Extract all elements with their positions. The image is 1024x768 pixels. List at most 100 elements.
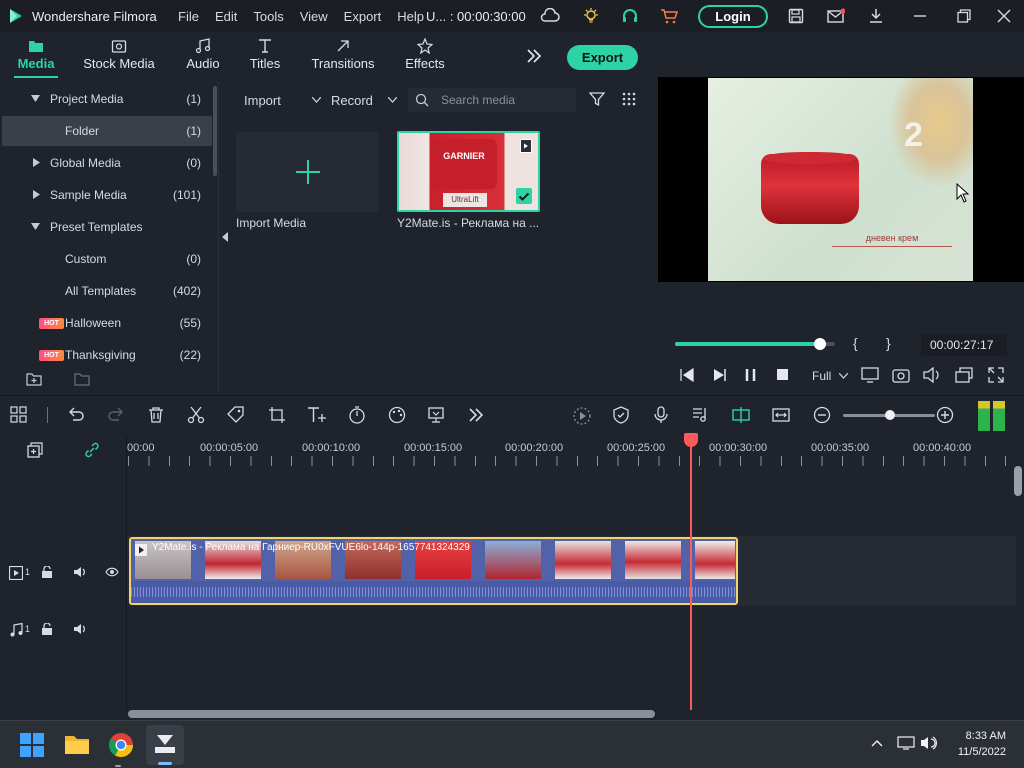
tag-icon[interactable]	[227, 406, 247, 426]
chrome-icon[interactable]	[108, 732, 134, 758]
quality-dropdown[interactable]: Full	[806, 366, 852, 386]
pause-icon[interactable]	[745, 369, 757, 381]
mute-icon[interactable]	[73, 623, 87, 635]
tab-audio[interactable]: Audio	[180, 32, 226, 82]
tab-stock-media[interactable]: Stock Media	[80, 32, 158, 82]
menu-help[interactable]: Help	[397, 9, 424, 24]
color-palette-icon[interactable]	[388, 406, 408, 426]
folder-outline-icon[interactable]	[74, 372, 90, 386]
mark-in-icon[interactable]: {	[853, 335, 858, 351]
sidebar-item-folder[interactable]: Folder (1)	[2, 116, 212, 146]
sidebar-item-preset-templates[interactable]: Preset Templates	[2, 212, 212, 242]
fullscreen-icon[interactable]	[988, 367, 1004, 383]
render-icon[interactable]	[572, 406, 592, 426]
mute-icon[interactable]	[73, 566, 87, 578]
pip-icon[interactable]	[955, 367, 973, 383]
undo-icon[interactable]	[67, 406, 87, 426]
tab-media[interactable]: Media	[8, 32, 64, 82]
display-icon[interactable]	[897, 736, 915, 750]
volume-icon[interactable]	[923, 367, 941, 383]
chevron-up-icon[interactable]	[871, 739, 883, 747]
menu-view[interactable]: View	[300, 9, 328, 24]
fit-timeline-icon[interactable]	[772, 406, 792, 426]
grid-view-icon[interactable]	[621, 91, 637, 107]
download-icon[interactable]	[866, 6, 886, 26]
layout-icon[interactable]	[10, 406, 30, 426]
file-explorer-icon[interactable]	[64, 733, 90, 759]
menu-file[interactable]: File	[178, 9, 199, 24]
minimize-icon[interactable]	[910, 6, 930, 26]
menu-tools[interactable]: Tools	[253, 9, 283, 24]
step-back-icon[interactable]	[680, 368, 694, 382]
sidebar-item-halloween[interactable]: HOT Halloween (55)	[2, 308, 212, 338]
more-tabs-icon[interactable]	[526, 48, 542, 64]
import-media-tile[interactable]	[236, 132, 378, 212]
collapse-panel-icon[interactable]	[222, 232, 228, 242]
cart-icon[interactable]	[659, 6, 679, 26]
bulb-icon[interactable]	[581, 6, 601, 26]
sidebar-scrollbar[interactable]	[213, 86, 217, 176]
speaker-icon[interactable]	[920, 736, 938, 750]
audio-meter-icon[interactable]	[978, 401, 1006, 431]
zoom-out-icon[interactable]	[813, 406, 833, 426]
cut-icon[interactable]	[187, 406, 207, 426]
sidebar-item-global-media[interactable]: Global Media (0)	[2, 148, 212, 178]
filmora-taskbar-button[interactable]	[146, 725, 184, 765]
playhead-line[interactable]	[690, 442, 692, 710]
headset-icon[interactable]	[620, 6, 640, 26]
add-track-icon[interactable]	[27, 442, 43, 458]
delete-icon[interactable]	[147, 406, 167, 426]
media-clip-thumbnail[interactable]: GARNIER UltraLift	[397, 131, 540, 212]
timeline-horizontal-scrollbar[interactable]	[128, 710, 655, 718]
close-icon[interactable]	[994, 6, 1014, 26]
microphone-icon[interactable]	[652, 406, 672, 426]
record-dropdown[interactable]: Record	[320, 90, 402, 112]
menu-export[interactable]: Export	[344, 9, 382, 24]
export-button[interactable]: Export	[567, 45, 638, 70]
import-dropdown[interactable]: Import	[234, 90, 321, 112]
sidebar-item-thanksgiving[interactable]: HOT Thanksgiving (22)	[2, 340, 212, 370]
filter-icon[interactable]	[589, 91, 605, 107]
crop-icon[interactable]	[268, 406, 288, 426]
sidebar-item-custom[interactable]: Custom (0)	[2, 244, 212, 274]
add-text-icon[interactable]	[307, 406, 327, 426]
mark-out-icon[interactable]: }	[886, 335, 891, 351]
stop-icon[interactable]	[777, 369, 789, 381]
timeline-vertical-scrollbar[interactable]	[1014, 466, 1022, 496]
render-preview-icon[interactable]	[861, 367, 879, 383]
save-icon[interactable]	[786, 6, 806, 26]
stabilize-icon[interactable]	[427, 406, 447, 426]
audio-mixer-icon[interactable]	[692, 406, 712, 426]
playhead-handle[interactable]	[684, 433, 698, 447]
more-tools-icon[interactable]	[467, 406, 487, 426]
link-icon[interactable]	[84, 442, 100, 458]
zoom-in-icon[interactable]	[936, 406, 956, 426]
snapshot-icon[interactable]	[892, 367, 910, 383]
login-button[interactable]: Login	[698, 5, 768, 28]
timeline-ruler[interactable]: 00:00 00:00:05:00 00:00:10:00 00:00:15:0…	[0, 436, 1024, 466]
timeline-video-clip[interactable]: Y2Mate.is - Реклама на Гарниер-RU0xFVUE6…	[129, 537, 738, 605]
cloud-icon[interactable]	[540, 6, 560, 26]
search-input[interactable]: Search media	[408, 88, 576, 112]
speed-icon[interactable]	[348, 406, 368, 426]
tab-transitions[interactable]: Transitions	[310, 32, 376, 82]
sidebar-item-all-templates[interactable]: All Templates (402)	[2, 276, 212, 306]
snap-icon[interactable]	[731, 406, 751, 426]
tab-titles[interactable]: Titles	[244, 32, 286, 82]
shield-icon[interactable]	[612, 406, 632, 426]
lock-icon[interactable]	[41, 566, 53, 578]
sidebar-item-project-media[interactable]: Project Media (1)	[2, 84, 212, 114]
tab-effects[interactable]: Effects	[402, 32, 448, 82]
system-clock[interactable]: 8:33 AM 11/5/2022	[940, 730, 1006, 758]
preview-progress-handle[interactable]	[814, 338, 826, 350]
mail-icon[interactable]	[826, 6, 846, 26]
restore-icon[interactable]	[954, 6, 974, 26]
zoom-slider-handle[interactable]	[885, 410, 895, 420]
lock-icon[interactable]	[41, 623, 53, 635]
eye-icon[interactable]	[105, 567, 119, 577]
menu-edit[interactable]: Edit	[215, 9, 237, 24]
new-folder-icon[interactable]	[26, 372, 42, 386]
play-icon[interactable]	[712, 368, 726, 382]
windows-start-icon[interactable]	[20, 733, 46, 759]
sidebar-item-sample-media[interactable]: Sample Media (101)	[2, 180, 212, 210]
